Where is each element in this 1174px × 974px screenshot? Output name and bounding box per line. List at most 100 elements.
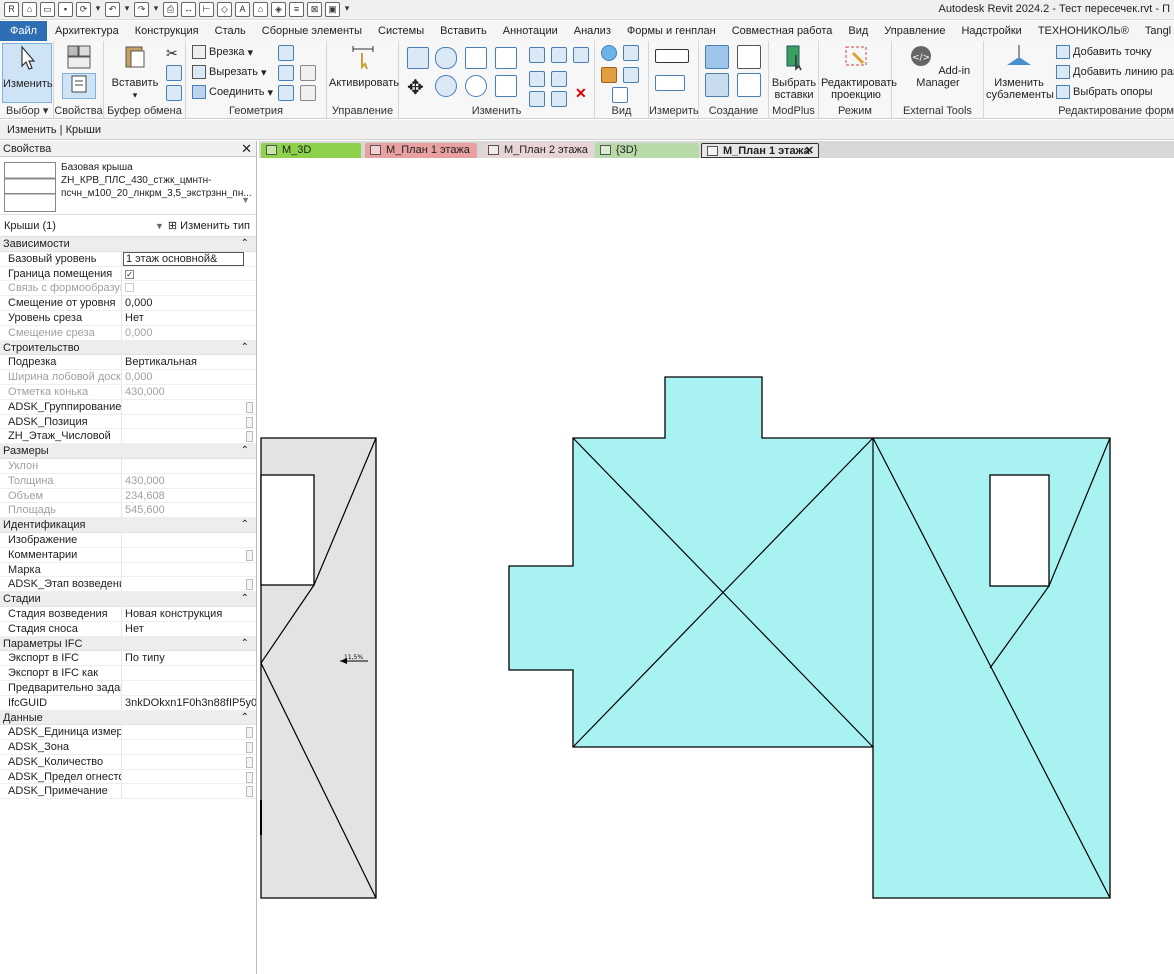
split-face-icon[interactable]	[278, 65, 294, 81]
join-button[interactable]: Соединить ▾	[192, 85, 273, 99]
cut-geometry-button[interactable]: Вырезать ▾	[192, 65, 266, 79]
edit-value-button[interactable]	[246, 771, 253, 783]
roof-opening[interactable]	[989, 474, 1050, 587]
create-group-icon[interactable]	[705, 73, 729, 97]
paintbrush-icon[interactable]	[601, 67, 617, 83]
paste-button[interactable]: Вставить ▾	[110, 43, 160, 101]
switch-windows-icon[interactable]: ▣	[325, 2, 340, 17]
view-tab[interactable]: M_План 1 этажа	[365, 143, 477, 158]
property-value[interactable]	[122, 725, 256, 739]
property-row[interactable]: ADSK_Единица измерен...	[0, 725, 256, 741]
property-value[interactable]	[122, 784, 256, 798]
menu-tab[interactable]: Аннотации	[495, 21, 566, 41]
mirror-draw-icon[interactable]	[495, 47, 517, 69]
edit-value-button[interactable]	[246, 549, 253, 561]
text-icon[interactable]: A	[235, 2, 250, 17]
property-row[interactable]: ADSK_Этап возведения	[0, 577, 256, 593]
addin-manager-button[interactable]: </> Add-in Manager	[894, 43, 982, 89]
checkbox[interactable]: ✓	[125, 269, 134, 279]
move-icon[interactable]: ✥	[407, 75, 424, 100]
menu-tab[interactable]: Tangl	[1137, 21, 1174, 41]
property-row[interactable]: ZH_Этаж_Числовой	[0, 429, 256, 445]
collapse-icon[interactable]: ⌃	[241, 711, 249, 726]
chevron-down-icon[interactable]: ▼	[241, 195, 250, 205]
property-row[interactable]: Экспорт в IFC По типу	[0, 651, 256, 667]
override-graphics-icon[interactable]	[623, 45, 639, 61]
property-group[interactable]: Зависимости ⌃	[0, 237, 256, 252]
property-row[interactable]: Изображение	[0, 532, 256, 548]
delete-icon[interactable]: ✕	[575, 85, 587, 102]
revit-logo-icon[interactable]: R	[4, 2, 19, 17]
measure-distance-icon[interactable]	[655, 49, 689, 63]
menu-tab[interactable]: Вид	[840, 21, 876, 41]
selected-roof[interactable]	[508, 376, 1111, 899]
view-tab[interactable]: {3D}	[595, 143, 699, 158]
edit-value-button[interactable]	[246, 401, 253, 413]
edit-value-button[interactable]	[246, 727, 253, 739]
property-value[interactable]: Нет	[122, 311, 256, 325]
modify-subelements-button[interactable]: Изменить субэлементы	[986, 43, 1054, 101]
chevron-down-icon[interactable]: ▾	[94, 2, 102, 17]
edit-projection-button[interactable]: Редактировать проекцию	[821, 43, 897, 101]
property-value[interactable]	[122, 681, 256, 695]
chevron-down-icon[interactable]: ▾	[152, 2, 160, 17]
property-row[interactable]: ADSK_Группирование	[0, 399, 256, 415]
default-3d-icon[interactable]: ⌂	[253, 2, 268, 17]
view-tab[interactable]: M_План 1 этажа ✕	[701, 143, 819, 158]
property-row[interactable]: Уровень среза Нет	[0, 310, 256, 326]
property-row[interactable]: IfcGUID 3nkDOkxn1F0h3n88fIP5y0	[0, 695, 256, 711]
create-assembly-icon[interactable]	[705, 45, 729, 69]
menu-tab[interactable]: Файл	[0, 21, 48, 41]
open-icon[interactable]: ▭	[40, 2, 55, 17]
property-row[interactable]: ADSK_Предел огнестой...	[0, 769, 256, 785]
property-value[interactable]	[122, 740, 256, 754]
hide-bulb-icon[interactable]	[601, 45, 617, 61]
property-value[interactable]: По типу	[122, 651, 256, 665]
activate-button[interactable]: Активировать	[329, 43, 399, 89]
menu-tab[interactable]: ТЕХНОНИКОЛЬ®	[1030, 21, 1137, 41]
create-similar-icon[interactable]	[737, 73, 761, 97]
chevron-down-icon[interactable]: ▼	[155, 215, 164, 237]
copy-element-icon[interactable]	[435, 75, 457, 97]
property-value[interactable]	[122, 577, 256, 591]
mirror-axis-icon[interactable]	[465, 47, 487, 69]
property-row[interactable]: Стадия возведения Новая конструкция	[0, 606, 256, 622]
property-row[interactable]: Подрезка Вертикальная	[0, 355, 256, 371]
property-value[interactable]	[122, 400, 256, 414]
measure-icon[interactable]: ↔	[181, 2, 196, 17]
edit-value-button[interactable]	[246, 742, 253, 754]
rotate-icon[interactable]	[465, 75, 487, 97]
sync-icon[interactable]: ⟳	[76, 2, 91, 17]
menu-tab[interactable]: Вставить	[432, 21, 495, 41]
edit-value-button[interactable]	[246, 579, 253, 591]
collapse-icon[interactable]: ⌃	[241, 341, 249, 356]
dimension-icon[interactable]	[655, 75, 685, 91]
property-group[interactable]: Параметры IFC ⌃	[0, 636, 256, 652]
align-icon[interactable]	[407, 47, 429, 69]
menu-tab[interactable]: Формы и генплан	[619, 21, 724, 41]
property-group[interactable]: Строительство ⌃	[0, 340, 256, 356]
property-row[interactable]: Предварительно задан...	[0, 680, 256, 696]
type-selector[interactable]: Базовая крыша ZH_КРВ_ПЛС_430_стжк_цмнтн-…	[0, 157, 256, 215]
drawing-canvas[interactable]: 11,5%	[259, 158, 1174, 974]
linework-icon[interactable]	[623, 67, 639, 83]
menu-tab[interactable]: Сборные элементы	[254, 21, 370, 41]
view-tab[interactable]: M_План 2 этажа	[483, 143, 593, 158]
cope-button[interactable]: Врезка ▾	[192, 45, 253, 59]
modify-button[interactable]: Изменить	[2, 43, 53, 103]
hammer-icon[interactable]	[300, 85, 316, 101]
add-point-button[interactable]: Добавить точку	[1056, 45, 1152, 59]
demolish-icon[interactable]	[300, 65, 316, 81]
property-row[interactable]: Комментарии	[0, 547, 256, 563]
property-group[interactable]: Идентификация ⌃	[0, 518, 256, 533]
menu-tab[interactable]: Анализ	[566, 21, 619, 41]
instance-filter[interactable]: Крыши (1) ▼ ⊞ Изменить тип	[0, 215, 256, 237]
copy-move-icon[interactable]	[529, 47, 545, 63]
property-row[interactable]: Граница помещения ✓	[0, 266, 256, 282]
property-row[interactable]: ADSK_Примечание	[0, 784, 256, 800]
property-value[interactable]: 1 этаж основной&	[123, 251, 244, 266]
pick-insert-button[interactable]: Выбрать вставки	[771, 43, 817, 101]
property-value[interactable]	[122, 755, 256, 769]
property-value[interactable]: 3nkDOkxn1F0h3n88fIP5y0	[122, 696, 256, 710]
menu-tab[interactable]: Надстройки	[953, 21, 1029, 41]
